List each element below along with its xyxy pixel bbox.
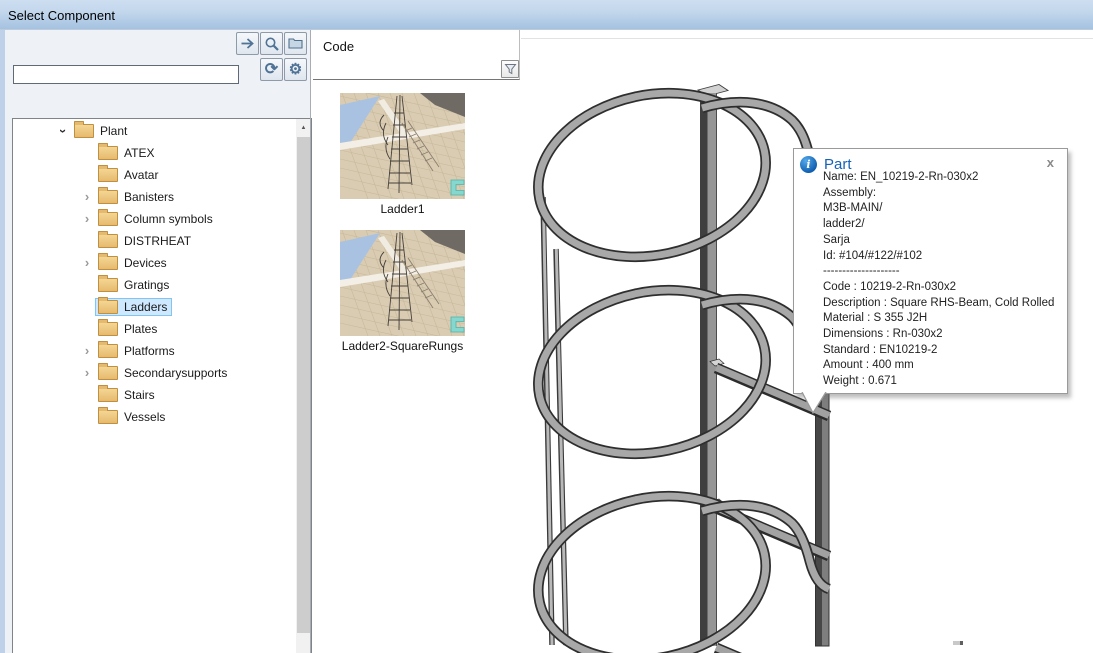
folder-icon (287, 35, 304, 52)
folder-icon (98, 388, 118, 402)
infotip-line: Material : S 355 J2H (823, 311, 1067, 327)
tree-item[interactable]: › Banisters (13, 186, 295, 208)
column-header-code[interactable]: Code (313, 30, 520, 80)
tree-item-label: ATEX (124, 146, 154, 160)
infotip-line: Dimensions : Rn-030x2 (823, 327, 1067, 343)
infotip-line: -------------------- (823, 264, 1067, 280)
infotip-line: Assembly: (823, 186, 1067, 202)
infotip-line: Id: #104/#122/#102 (823, 249, 1067, 265)
infotip-line: Code : 10219-2-Rn-030x2 (823, 280, 1067, 296)
tree-item-label: Vessels (124, 410, 165, 424)
window-title: Select Component (8, 8, 115, 23)
scrollbar-up-button[interactable]: ▲ (296, 119, 311, 136)
folder-icon (74, 124, 94, 138)
expander-chevron-icon[interactable]: › (79, 190, 95, 204)
tree-item[interactable]: Avatar (13, 164, 295, 186)
tree-item-label: Platforms (124, 344, 175, 358)
tree-item-label: Secondarysupports (124, 366, 227, 380)
go-arrow-icon (239, 35, 256, 52)
tree-item[interactable]: Ladders (13, 296, 295, 318)
settings-button[interactable]: ⚙ (284, 58, 307, 81)
tree-item[interactable]: DISTRHEAT (13, 230, 295, 252)
infotip-line: ladder2/ (823, 217, 1067, 233)
tree-item[interactable]: ATEX (13, 142, 295, 164)
folder-icon (98, 168, 118, 182)
expander-chevron-icon[interactable]: › (79, 256, 95, 270)
tree-item-label: Column symbols (124, 212, 213, 226)
tree-item[interactable]: Vessels (13, 406, 295, 428)
tree-item[interactable]: › Plant (13, 120, 295, 142)
tree-item[interactable]: › Secondarysupports (13, 362, 295, 384)
panel-divider (310, 30, 311, 653)
search-button[interactable] (260, 32, 283, 55)
infotip-line: Amount : 400 mm (823, 358, 1067, 374)
folder-icon (98, 366, 118, 380)
browse-button[interactable] (284, 32, 307, 55)
component-thumbnail[interactable]: Ladder2-SquareRungs (340, 230, 465, 353)
tree-scrollbar[interactable]: ▲ ▼ (296, 119, 311, 653)
column-header-label: Code (323, 39, 354, 54)
tree-item-label: Devices (124, 256, 167, 270)
infotip-body: Name: EN_10219-2-Rn-030x2Assembly:M3B-MA… (823, 170, 1067, 390)
tree-item[interactable]: Stairs (13, 384, 295, 406)
folder-icon (98, 278, 118, 292)
folder-icon (98, 146, 118, 160)
expander-chevron-icon[interactable]: › (56, 123, 70, 139)
tree-item[interactable]: › Devices (13, 252, 295, 274)
folder-icon (98, 234, 118, 248)
tree-item-label: Ladders (124, 300, 167, 314)
funnel-icon (504, 63, 517, 75)
refresh-icon: ⟳ (265, 62, 278, 78)
tree-item-label: Plant (100, 124, 127, 138)
filter-button[interactable] (501, 60, 519, 78)
folder-icon (98, 344, 118, 358)
component-thumbnail[interactable]: Ladder1 (340, 93, 465, 216)
tree-item-label: Banisters (124, 190, 174, 204)
tree-item-label: Plates (124, 322, 157, 336)
folder-icon (98, 322, 118, 336)
infotip-line: M3B-MAIN/ (823, 201, 1067, 217)
folder-icon (98, 256, 118, 270)
folder-icon (98, 410, 118, 424)
folder-icon (98, 190, 118, 204)
tree-item-label: Stairs (124, 388, 155, 402)
folder-icon (98, 212, 118, 226)
infotip-line: Weight : 0.671 (823, 374, 1067, 390)
tree-item-label: DISTRHEAT (124, 234, 191, 248)
expander-chevron-icon[interactable]: › (79, 366, 95, 380)
select-component-dialog: Select Component ⟳ ⚙ (0, 0, 1093, 653)
component-thumbnail-label: Ladder2-SquareRungs (340, 339, 465, 353)
tree-item-label: Gratings (124, 278, 169, 292)
close-icon[interactable]: x (1047, 155, 1054, 170)
gear-icon: ⚙ (289, 62, 302, 77)
component-browser-panel: Code Ladder1 (313, 30, 1093, 653)
search-input[interactable] (13, 65, 239, 84)
tree-item[interactable]: › Column symbols (13, 208, 295, 230)
window-titlebar[interactable]: Select Component (0, 0, 1093, 30)
part-infotip: i Part x Name: EN_10219-2-Rn-030x2Assemb… (793, 148, 1068, 394)
folder-icon (98, 300, 118, 314)
infotip-line: Name: EN_10219-2-Rn-030x2 (823, 170, 1067, 186)
tree-item-label: Avatar (124, 168, 158, 182)
expander-chevron-icon[interactable]: › (79, 344, 95, 358)
component-thumbnail-label: Ladder1 (340, 202, 465, 216)
component-tree: › Plant ATEX Avatar › Banisters › Column… (12, 118, 312, 653)
tree-item[interactable]: › Platforms (13, 340, 295, 362)
go-button[interactable] (236, 32, 259, 55)
infotip-line: Sarja (823, 233, 1067, 249)
component-preview-image (340, 93, 465, 199)
scrollbar-thumb[interactable] (297, 137, 310, 633)
tree-item[interactable]: Plates (13, 318, 295, 340)
magnifier-icon (263, 35, 280, 52)
refresh-button[interactable]: ⟳ (260, 58, 283, 81)
component-tree-panel: ⟳ ⚙ › Plant ATEX Avatar › Banisters (5, 30, 310, 653)
component-preview-image (340, 230, 465, 336)
expander-chevron-icon[interactable]: › (79, 212, 95, 226)
info-icon: i (800, 156, 817, 173)
infotip-line: Description : Square RHS-Beam, Cold Roll… (823, 296, 1067, 312)
infotip-line: Standard : EN10219-2 (823, 343, 1067, 359)
tree-item[interactable]: Gratings (13, 274, 295, 296)
infotip-tail (800, 392, 830, 415)
